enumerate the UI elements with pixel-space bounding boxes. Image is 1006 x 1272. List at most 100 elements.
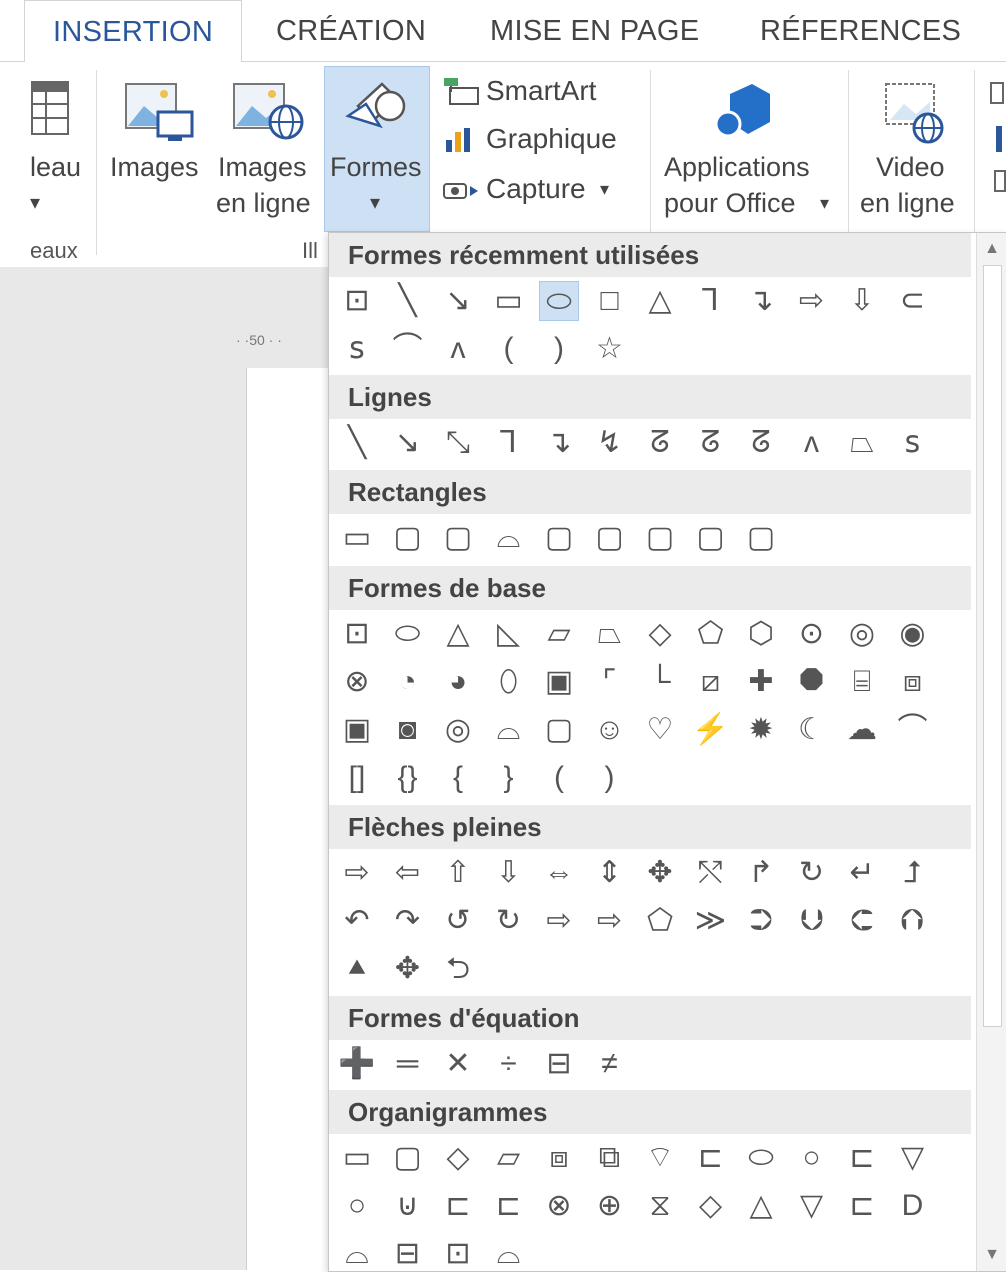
shape-item[interactable]: ⏢ [842, 423, 882, 463]
shape-item[interactable]: □ [590, 281, 630, 321]
shape-item[interactable]: ◕ [438, 662, 478, 702]
shape-item[interactable]: ⬭ [539, 281, 579, 321]
shape-item[interactable]: ➕ [337, 1044, 377, 1084]
shape-item[interactable]: ╲ [337, 423, 377, 463]
shape-item[interactable]: ⧄ [691, 662, 731, 702]
shape-item[interactable]: ᴧ [438, 329, 478, 369]
shape-item[interactable]: [] [337, 758, 377, 798]
shape-item[interactable]: ⬡ [741, 614, 781, 654]
scroll-up-arrow-icon[interactable]: ▲ [977, 235, 1006, 263]
shape-item[interactable]: ▢ [539, 518, 579, 558]
shape-item[interactable]: ⬭ [388, 614, 428, 654]
shape-item[interactable]: ▢ [640, 518, 680, 558]
shape-item[interactable]: ᴧ [792, 423, 832, 463]
shape-item[interactable]: ⧈ [893, 662, 933, 702]
shape-item[interactable]: ◙ [388, 710, 428, 750]
shape-item[interactable]: ↯ [590, 423, 630, 463]
shape-item[interactable]: └ [640, 662, 680, 702]
shape-item[interactable]: ◉ [893, 614, 933, 654]
shape-item[interactable]: ⅂ [691, 281, 731, 321]
shape-item[interactable]: ◔ [388, 662, 428, 702]
shape-item[interactable]: ╲ [388, 281, 428, 321]
shape-item[interactable]: ⊙ [792, 614, 832, 654]
shape-item[interactable]: ↺ [438, 901, 478, 941]
shape-item[interactable]: ) [539, 329, 579, 369]
shape-item[interactable]: ⚡ [691, 710, 731, 750]
shape-item[interactable]: ♡ [640, 710, 680, 750]
shape-item[interactable]: ⧈ [539, 1138, 579, 1178]
shape-item[interactable]: ꜱ [337, 329, 377, 369]
shape-item[interactable]: ═ [388, 1044, 428, 1084]
shape-item[interactable]: ≠ [590, 1044, 630, 1084]
shape-item[interactable]: ⬯ [489, 662, 529, 702]
shape-item[interactable]: ⌓ [489, 1234, 529, 1271]
shape-item[interactable]: ⌓ [489, 518, 529, 558]
shape-item[interactable]: ▢ [590, 518, 630, 558]
shape-item[interactable]: ) [590, 758, 630, 798]
shape-item[interactable]: ⌓ [489, 710, 529, 750]
shape-item[interactable]: ▢ [741, 518, 781, 558]
shape-item[interactable]: ⯅ [337, 949, 377, 989]
shape-item[interactable]: ≫ [691, 901, 731, 941]
shape-item[interactable]: ꜱ [893, 423, 933, 463]
shape-item[interactable]: ⇧ [438, 853, 478, 893]
shape-item[interactable]: ▭ [337, 518, 377, 558]
shape-item[interactable]: ↴ [539, 423, 579, 463]
shape-item[interactable]: ↷ [388, 901, 428, 941]
shape-item[interactable]: ⇨ [337, 853, 377, 893]
shape-item[interactable]: ☆ [590, 329, 630, 369]
shape-item[interactable]: ⇔ [539, 853, 579, 893]
shape-item[interactable]: ⮈ [842, 901, 882, 941]
shape-item[interactable]: ⧖ [640, 1186, 680, 1226]
shape-item[interactable]: ⇨ [792, 281, 832, 321]
shape-item[interactable]: ⮊ [741, 901, 781, 941]
shape-item[interactable]: ⊏ [438, 1186, 478, 1226]
document-page[interactable] [246, 368, 337, 1270]
shape-item[interactable]: D [893, 1186, 933, 1226]
shape-item[interactable]: ✕ [438, 1044, 478, 1084]
shape-item[interactable]: ▭ [337, 1138, 377, 1178]
shape-item[interactable]: ⇨ [590, 901, 630, 941]
shape-item[interactable]: ⇨ [539, 901, 579, 941]
shape-item[interactable]: ▢ [388, 518, 428, 558]
shape-item[interactable]: ☾ [792, 710, 832, 750]
shape-item[interactable]: {} [388, 758, 428, 798]
shape-item[interactable]: ⬭ [741, 1138, 781, 1178]
shape-item[interactable]: ○ [337, 1186, 377, 1226]
gallery-scrollbar[interactable]: ▲ ▼ [976, 233, 1006, 1271]
shape-item[interactable]: ▣ [337, 710, 377, 750]
shape-item[interactable]: ⊗ [539, 1186, 579, 1226]
shape-item[interactable]: ◎ [438, 710, 478, 750]
shape-item[interactable]: ᘔ [741, 423, 781, 463]
shape-item[interactable]: ⇩ [489, 853, 529, 893]
shape-item[interactable]: ⮥ [893, 853, 933, 893]
shape-item[interactable]: } [489, 758, 529, 798]
shape-item[interactable]: ☁ [842, 710, 882, 750]
shape-item[interactable]: ⊟ [539, 1044, 579, 1084]
shape-item[interactable]: △ [640, 281, 680, 321]
shape-item[interactable]: ᘔ [691, 423, 731, 463]
shape-item[interactable]: ⊡ [337, 614, 377, 654]
shape-item[interactable]: ↱ [741, 853, 781, 893]
shape-item[interactable]: { [438, 758, 478, 798]
shape-item[interactable]: ▱ [489, 1138, 529, 1178]
shape-item[interactable]: ↴ [741, 281, 781, 321]
shape-item[interactable]: ▢ [388, 1138, 428, 1178]
shape-item[interactable]: ⊍ [388, 1186, 428, 1226]
shape-item[interactable]: ✥ [640, 853, 680, 893]
shape-item[interactable]: ⌓ [337, 1234, 377, 1271]
scroll-thumb[interactable] [983, 265, 1002, 1027]
shape-item[interactable]: ▢ [438, 518, 478, 558]
shape-item[interactable]: ↻ [489, 901, 529, 941]
shape-item[interactable]: ⬠ [640, 901, 680, 941]
shape-item[interactable]: ⤡ [438, 423, 478, 463]
shape-item[interactable]: ◇ [691, 1186, 731, 1226]
shape-item[interactable]: ⧉ [590, 1138, 630, 1178]
shape-item[interactable]: ⏢ [590, 614, 630, 654]
shape-item[interactable]: ⊕ [590, 1186, 630, 1226]
shape-item[interactable]: ⊟ [388, 1234, 428, 1271]
tab-insertion[interactable]: INSERTION [24, 0, 243, 62]
shape-item[interactable]: ⇦ [388, 853, 428, 893]
shape-item[interactable]: ⊂ [893, 281, 933, 321]
shape-item[interactable]: ⊏ [842, 1186, 882, 1226]
